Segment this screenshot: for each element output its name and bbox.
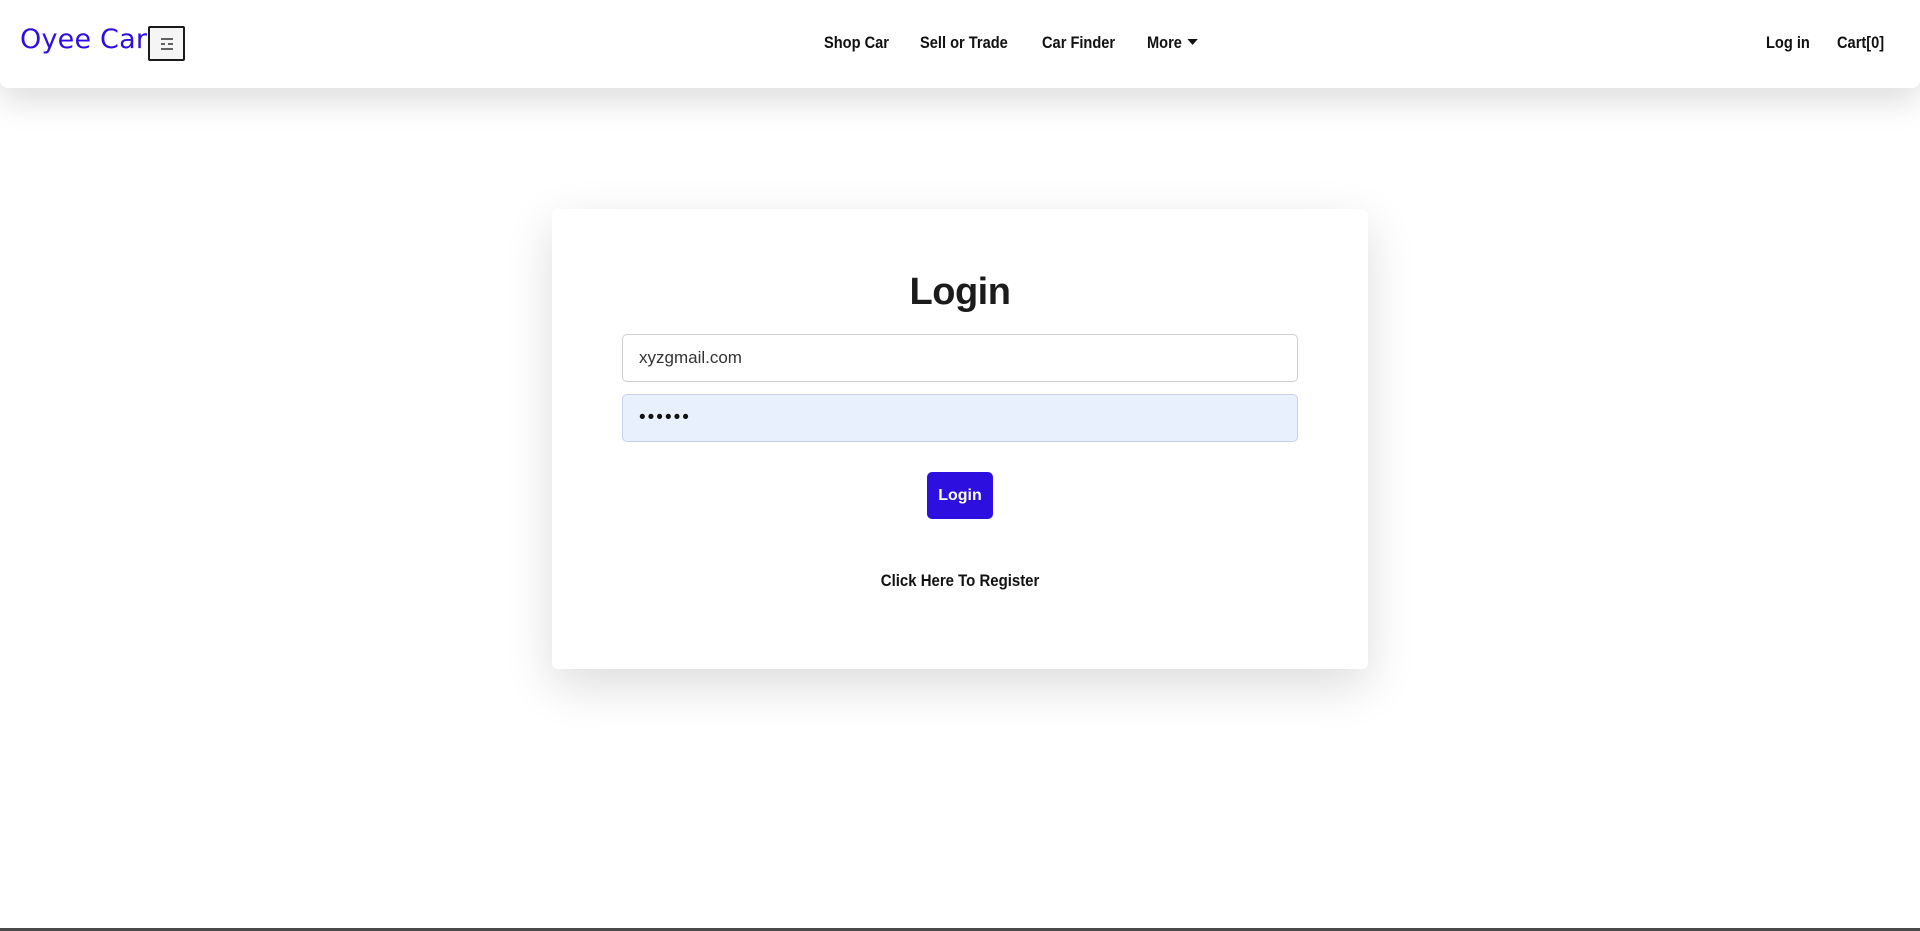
menu-icon — [160, 37, 173, 50]
sidebar-toggle-button[interactable] — [148, 26, 185, 61]
nav-shop-car[interactable]: Shop Car — [824, 33, 889, 53]
top-navbar: Oyee Car Shop Car Sell or Trade Car Find… — [0, 0, 1920, 88]
caret-down-icon — [1186, 39, 1198, 45]
register-link[interactable]: Click Here To Register — [552, 571, 1368, 591]
email-input[interactable] — [622, 334, 1298, 382]
nav-more-label: More — [1146, 33, 1182, 52]
login-title: Login — [909, 271, 1011, 313]
nav-cart-link[interactable]: Cart[0] — [1837, 33, 1884, 53]
login-card: Login Login Click Here To Register — [552, 209, 1368, 669]
main-nav: Shop Car Sell or Trade Car Finder More — [824, 30, 1205, 56]
nav-more-dropdown[interactable]: More — [1146, 33, 1198, 53]
register-link-label: Click Here To Register — [880, 571, 1040, 590]
nav-sell-or-trade[interactable]: Sell or Trade — [920, 33, 1008, 53]
nav-right: Log in Cart[0] — [1766, 30, 1892, 56]
login-button[interactable]: Login — [927, 472, 993, 519]
brand-logo[interactable]: Oyee Car — [20, 24, 147, 55]
nav-car-finder[interactable]: Car Finder — [1042, 33, 1115, 53]
nav-login-link[interactable]: Log in — [1766, 33, 1810, 53]
password-input[interactable] — [622, 394, 1298, 442]
